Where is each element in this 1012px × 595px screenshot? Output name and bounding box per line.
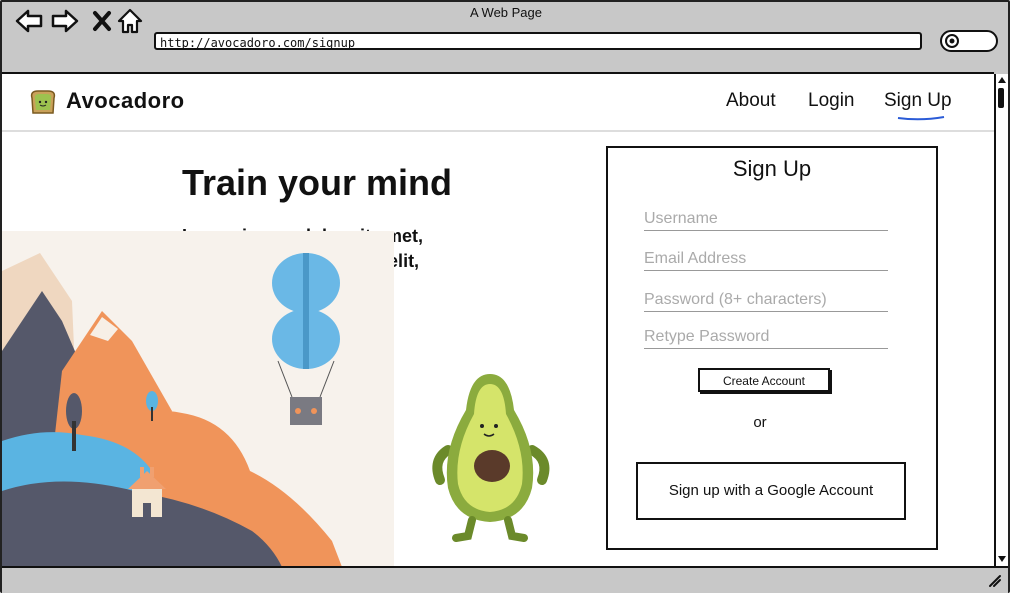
vertical-scrollbar[interactable] [994, 74, 1008, 566]
forward-icon[interactable] [50, 6, 80, 36]
signup-card: Sign Up Username Email Address Password … [606, 146, 938, 550]
email-field[interactable]: Email Address [644, 248, 888, 271]
username-field[interactable]: Username [644, 208, 888, 231]
hero-headline: Train your mind [182, 162, 453, 203]
brand-name[interactable]: Avocadoro [66, 88, 185, 114]
search-field[interactable] [940, 30, 998, 52]
password-field[interactable]: Password (8+ characters) [644, 289, 888, 312]
google-signup-button[interactable]: Sign up with a Google Account [636, 462, 906, 520]
avocado-mascot [432, 374, 550, 542]
landscape-illustration [2, 231, 394, 567]
page-viewport: Avocadoro About Login Sign Up Train your… [2, 72, 994, 567]
home-icon[interactable] [116, 6, 146, 36]
address-bar[interactable]: http://avocadoro.com/signup [154, 32, 922, 50]
toast-logo-icon [30, 90, 56, 114]
scroll-thumb[interactable] [998, 88, 1004, 108]
window-title: A Web Page [469, 5, 543, 20]
or-divider: or [753, 414, 767, 431]
status-bar [2, 566, 1008, 593]
resize-grip-icon[interactable] [988, 574, 1002, 588]
create-account-button[interactable]: Create Account [698, 368, 830, 392]
active-nav-underline [897, 116, 945, 121]
nav-login[interactable]: Login [808, 90, 855, 112]
search-icon [945, 34, 959, 48]
close-icon[interactable] [88, 6, 118, 36]
nav-about[interactable]: About [726, 90, 776, 112]
back-icon[interactable] [14, 6, 44, 36]
signup-title: Sign Up [732, 156, 812, 181]
scroll-up-icon[interactable] [997, 75, 1007, 85]
retype-password-field[interactable]: Retype Password [644, 326, 888, 349]
site-header: Avocadoro About Login Sign Up [2, 74, 994, 132]
scroll-down-icon[interactable] [997, 554, 1007, 564]
nav-signup[interactable]: Sign Up [884, 90, 952, 112]
